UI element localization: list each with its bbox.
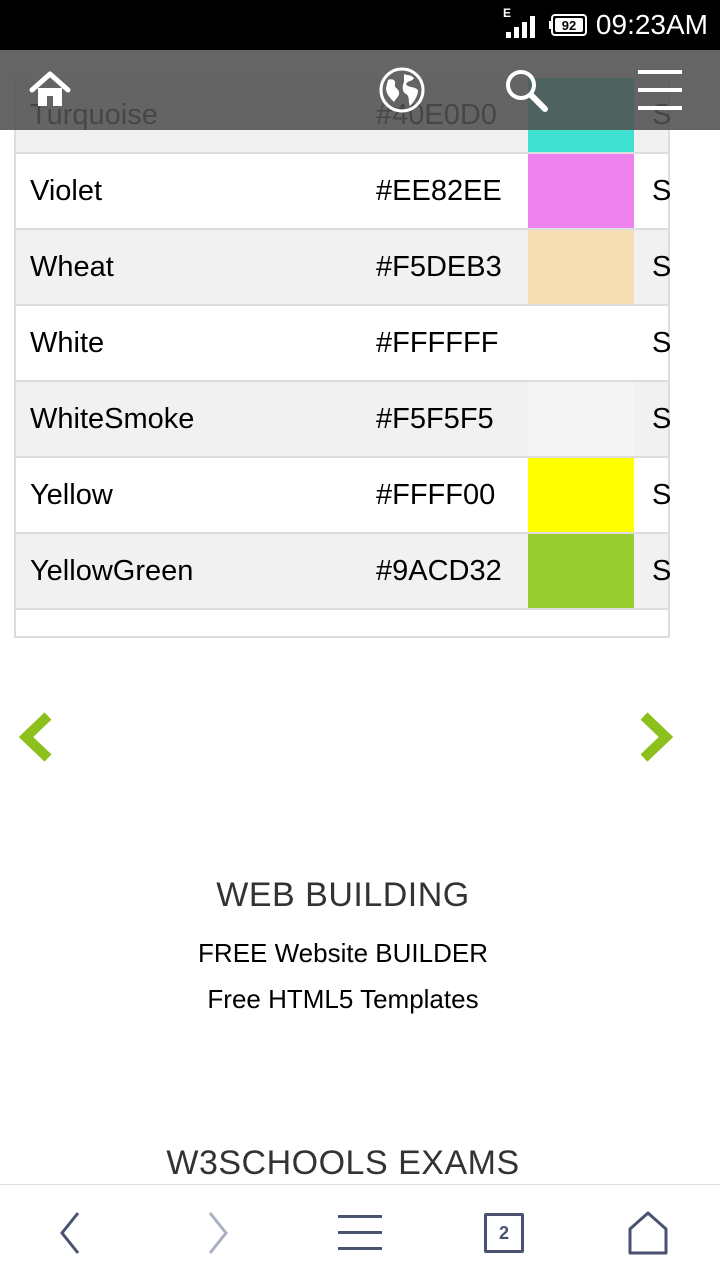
table-row: Violet #EE82EE S: [16, 154, 671, 230]
chevron-right-icon[interactable]: [634, 712, 674, 762]
html5-templates-link[interactable]: Free HTML5 Templates: [0, 984, 686, 1015]
color-name: White: [30, 327, 105, 359]
table-row: Wheat #F5DEB3 S: [16, 230, 671, 306]
color-swatch: [528, 458, 634, 532]
color-shades-link[interactable]: S: [652, 382, 671, 456]
clock: 09:23AM: [595, 9, 708, 40]
forward-icon[interactable]: [192, 1209, 240, 1257]
globe-icon[interactable]: [378, 66, 426, 114]
table-footer: [16, 610, 668, 636]
signal-icon: [506, 16, 535, 38]
color-swatch: [528, 534, 634, 608]
table-row: White #FFFFFF S: [16, 306, 671, 382]
color-swatch: [528, 306, 634, 380]
hamburger-menu-icon[interactable]: [636, 66, 684, 114]
color-hex: #F5F5F5: [376, 403, 494, 435]
exams-heading: W3SCHOOLS EXAMS: [166, 1144, 520, 1182]
color-name: Yellow: [30, 479, 113, 511]
browser-toolbar: 2: [0, 1184, 720, 1281]
color-shades-link[interactable]: S: [652, 458, 671, 532]
battery-icon: 92: [549, 13, 589, 42]
color-swatch: [528, 154, 634, 228]
search-icon[interactable]: [502, 66, 550, 114]
color-name: Violet: [30, 175, 103, 207]
color-shades-link[interactable]: S: [652, 154, 671, 228]
color-hex: #FFFF00: [376, 479, 496, 511]
status-bar: E 92 09:23AM: [0, 0, 720, 50]
menu-icon[interactable]: [336, 1209, 384, 1257]
table-row: Yellow #FFFF00 S: [16, 458, 671, 534]
color-name: WhiteSmoke: [30, 403, 195, 435]
color-shades-link[interactable]: S: [652, 306, 671, 380]
color-name: Wheat: [30, 251, 114, 283]
color-shades-link[interactable]: S: [652, 230, 671, 304]
back-icon[interactable]: [48, 1209, 96, 1257]
color-hex: #9ACD32: [376, 555, 502, 587]
color-swatch: [528, 382, 634, 456]
home-icon[interactable]: [26, 66, 74, 114]
color-hex: #FFFFFF: [376, 327, 499, 359]
chevron-left-icon[interactable]: [18, 712, 58, 762]
color-hex: #EE82EE: [376, 175, 502, 207]
table-row: YellowGreen #9ACD32 S: [16, 534, 671, 610]
home-icon[interactable]: [624, 1209, 672, 1257]
color-name: YellowGreen: [30, 555, 194, 587]
color-shades-link[interactable]: S: [652, 534, 671, 608]
web-building-heading: WEB BUILDING: [216, 876, 470, 914]
color-swatch: [528, 230, 634, 304]
tabs-button[interactable]: 2: [484, 1213, 524, 1253]
table-row: WhiteSmoke #F5F5F5 S: [16, 382, 671, 458]
top-navbar: [0, 50, 720, 130]
tab-count: 2: [498, 1223, 509, 1243]
color-table: Turquoise #40E0D0 S Violet #EE82EE S Whe…: [14, 78, 671, 638]
battery-level: 92: [562, 18, 576, 33]
color-hex: #F5DEB3: [376, 251, 502, 283]
website-builder-link[interactable]: FREE Website BUILDER: [0, 938, 686, 969]
